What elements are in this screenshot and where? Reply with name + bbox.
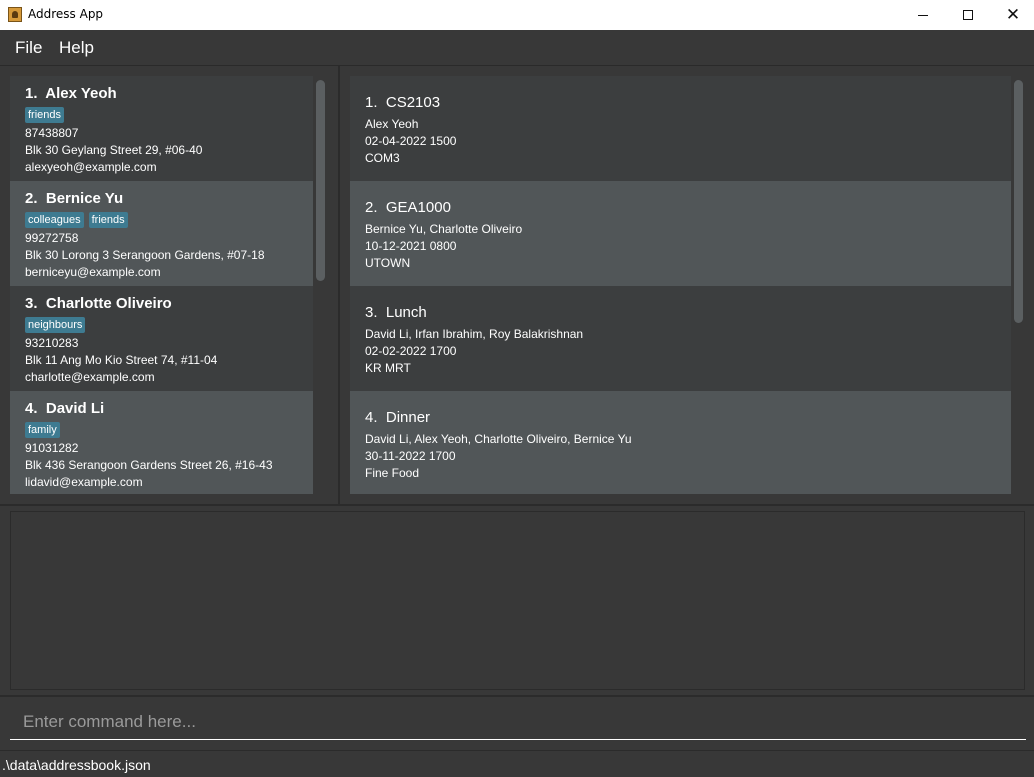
minimize-icon xyxy=(918,14,928,16)
person-card[interactable]: 2. Bernice Yu colleagues friends 9927275… xyxy=(10,181,313,286)
tag-list: neighbours xyxy=(25,317,86,333)
pane-divider[interactable] xyxy=(338,66,340,504)
status-bar: .\data\addressbook.json xyxy=(0,750,1034,777)
person-list[interactable]: 1. Alex Yeoh friends 87438807 Blk 30 Gey… xyxy=(10,76,328,494)
tag-list: family xyxy=(25,422,60,438)
menu-bar: File Help xyxy=(0,30,1034,66)
event-name: 1. CS2103 xyxy=(365,94,441,111)
person-name: 1. Alex Yeoh xyxy=(25,85,117,102)
tag: family xyxy=(25,422,60,438)
person-email: lidavid@example.com xyxy=(25,475,143,489)
person-card[interactable]: 1. Alex Yeoh friends 87438807 Blk 30 Gey… xyxy=(10,76,313,181)
person-card[interactable]: 4. David Li family 91031282 Blk 436 Sera… xyxy=(10,391,313,494)
event-card[interactable]: 3. Lunch David Li, Irfan Ibrahim, Roy Ba… xyxy=(350,286,1011,391)
event-name: 4. Dinner xyxy=(365,409,431,426)
event-participants: Bernice Yu, Charlotte Oliveiro xyxy=(365,222,523,236)
window-title: Address App xyxy=(28,7,104,21)
close-button[interactable]: ✕ xyxy=(990,0,1034,30)
event-datetime: 02-02-2022 1700 xyxy=(365,344,457,358)
event-name: 2. GEA1000 xyxy=(365,199,451,216)
menu-file[interactable]: File xyxy=(15,38,42,58)
person-list-scrollbar[interactable] xyxy=(316,80,325,281)
person-email: alexyeoh@example.com xyxy=(25,160,157,174)
event-datetime: 02-04-2022 1500 xyxy=(365,134,457,148)
tag: neighbours xyxy=(25,317,86,333)
app-icon xyxy=(8,7,22,22)
event-datetime: 10-12-2021 0800 xyxy=(365,239,457,253)
result-display xyxy=(10,511,1025,690)
event-card[interactable]: 4. Dinner David Li, Alex Yeoh, Charlotte… xyxy=(350,391,1011,494)
tag-list: friends xyxy=(25,107,65,123)
close-icon: ✕ xyxy=(1005,4,1021,25)
event-participants: Alex Yeoh xyxy=(365,117,419,131)
event-location: Fine Food xyxy=(365,466,420,480)
event-location: COM3 xyxy=(365,151,400,165)
event-participants: David Li, Alex Yeoh, Charlotte Oliveiro,… xyxy=(365,432,632,446)
person-name: 3. Charlotte Oliveiro xyxy=(25,295,172,312)
tag: friends xyxy=(88,212,128,228)
title-bar: Address App ✕ xyxy=(0,0,1034,30)
maximize-icon xyxy=(963,10,973,20)
event-datetime: 30-11-2022 1700 xyxy=(365,449,456,463)
person-email: charlotte@example.com xyxy=(25,370,155,384)
event-card[interactable]: 1. CS2103 Alex Yeoh 02-04-2022 1500 COM3 xyxy=(350,76,1011,181)
person-phone: 91031282 xyxy=(25,441,79,455)
save-location: .\data\addressbook.json xyxy=(2,757,151,773)
command-input[interactable] xyxy=(10,704,1026,740)
maximize-button[interactable] xyxy=(945,0,991,30)
menu-help[interactable]: Help xyxy=(59,38,94,58)
event-card[interactable]: 2. GEA1000 Bernice Yu, Charlotte Oliveir… xyxy=(350,181,1011,286)
event-list[interactable]: 1. CS2103 Alex Yeoh 02-04-2022 1500 COM3… xyxy=(350,76,1026,494)
person-phone: 87438807 xyxy=(25,126,79,140)
tag: colleagues xyxy=(25,212,84,228)
tag-list: colleagues friends xyxy=(25,212,128,228)
person-name: 2. Bernice Yu xyxy=(25,190,124,207)
event-list-scrollbar[interactable] xyxy=(1014,80,1023,323)
horizontal-divider xyxy=(0,695,1034,697)
event-location: UTOWN xyxy=(365,256,411,270)
person-address: Blk 30 Lorong 3 Serangoon Gardens, #07-1… xyxy=(25,248,265,262)
person-phone: 99272758 xyxy=(25,231,79,245)
person-email: berniceyu@example.com xyxy=(25,265,161,279)
event-location: KR MRT xyxy=(365,361,411,375)
person-address: Blk 11 Ang Mo Kio Street 74, #11-04 xyxy=(25,353,218,367)
person-address: Blk 436 Serangoon Gardens Street 26, #16… xyxy=(25,458,273,472)
person-card[interactable]: 3. Charlotte Oliveiro neighbours 9321028… xyxy=(10,286,313,391)
minimize-button[interactable] xyxy=(900,0,946,30)
event-participants: David Li, Irfan Ibrahim, Roy Balakrishna… xyxy=(365,327,584,341)
tag: friends xyxy=(25,107,65,123)
person-name: 4. David Li xyxy=(25,400,105,417)
horizontal-divider xyxy=(0,504,1034,506)
person-address: Blk 30 Geylang Street 29, #06-40 xyxy=(25,143,203,157)
event-name: 3. Lunch xyxy=(365,304,427,321)
person-phone: 93210283 xyxy=(25,336,79,350)
